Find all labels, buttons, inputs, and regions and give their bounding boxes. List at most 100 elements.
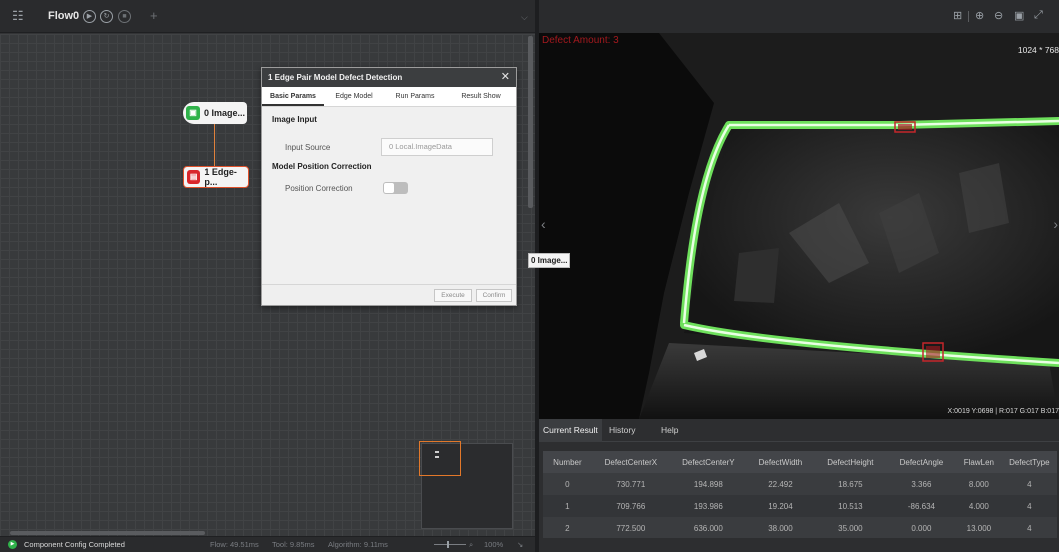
dialog-title-bar[interactable]: 1 Edge Pair Model Defect Detection ✕ [262,68,516,87]
app-window: ☷ Flow0 ▶ ↻ ■ + ⌵ ▣ 0 Image... ▤ 1 Edge-… [0,0,1059,552]
table-cell: 4 [1001,473,1057,495]
table-cell: 194.898 [669,473,747,495]
run-once-icon[interactable]: ▶ [83,10,96,23]
column-header[interactable]: DefectWidth [746,451,815,473]
prev-image-icon[interactable]: ‹ [541,216,546,232]
status-message: Component Config Completed [24,540,125,549]
play-status-icon: ▶ [8,540,17,549]
zoom-slider-track[interactable] [434,544,466,545]
zoom-slider-handle[interactable] [447,541,449,548]
zoom-level: 100% [484,540,504,549]
edge-pair-dialog: 1 Edge Pair Model Defect Detection ✕ Bas… [261,67,517,306]
table-cell: 709.766 [591,495,670,517]
flow-tree-icon[interactable]: ☷ [12,8,24,24]
zoom-icon[interactable]: ⌕ [469,540,473,550]
next-image-icon[interactable]: › [1053,216,1058,232]
table-cell: 730.771 [591,473,670,495]
flow-node-image[interactable]: ▣ 0 Image... [183,102,247,124]
table-cell: 193.986 [669,495,747,517]
table-cell: 13.000 [956,517,1002,539]
column-header[interactable]: DefectType [1001,451,1057,473]
grid-view-icon[interactable]: ⊞ [953,9,962,22]
stop-icon[interactable]: ■ [118,10,131,23]
minimap-viewport[interactable] [419,441,461,476]
floating-node-label: 0 Image... [528,253,571,268]
table-cell: 8.000 [956,473,1002,495]
tool-time: Tool: 9.85ms [272,540,315,549]
image-pane: ⊞ ⊕ ⊖ ▣ ⤢ Defect Amount: 3 1024 * 768 X:… [539,0,1059,552]
table-cell: 4 [1001,495,1057,517]
dialog-footer: Execute Confirm [262,284,516,305]
close-icon[interactable]: ✕ [501,68,510,87]
tab-edge-model[interactable]: Edge Model [324,87,384,106]
table-cell: 1 [543,495,592,517]
table-cell: 636.000 [669,517,747,539]
table-row[interactable]: 2 772.500 636.000 38.000 35.000 0.000 13… [543,517,1057,539]
flow-tab-label[interactable]: Flow0 [48,10,79,22]
add-flow-icon[interactable]: + [150,8,158,23]
flow-time: Flow: 49.51ms [210,540,259,549]
section-model-position: Model Position Correction [272,162,372,171]
image-resolution: 1024 * 768 [1017,45,1059,55]
table-row[interactable]: 1 709.766 193.986 19.204 10.513 -86.634 … [543,495,1057,517]
fit-image-icon[interactable]: ▣ [1014,9,1024,22]
tab-current-result[interactable]: Current Result [539,419,602,442]
chevron-down-icon[interactable]: ⌵ [521,12,528,23]
flow-node-label: 0 Image... [204,108,246,118]
table-header-row: Number DefectCenterX DefectCenterY Defec… [543,451,1057,473]
defect-amount: Defect Amount: 3 [542,35,619,46]
table-cell: 4 [1001,517,1057,539]
column-header[interactable]: DefectAngle [886,451,957,473]
node-connector [214,124,215,166]
flow-node-edge-pair[interactable]: ▤ 1 Edge-p... [183,166,249,188]
dialog-title: 1 Edge Pair Model Defect Detection [268,73,403,82]
execute-button[interactable]: Execute [434,289,472,302]
minimap-node-marker [435,451,439,458]
results-footer [539,538,1059,552]
toolbar-divider [968,11,969,22]
table-cell: 10.513 [814,495,887,517]
dialog-body: Image Input Input Source 0 Local.ImageDa… [262,107,516,285]
column-header[interactable]: DefectCenterY [669,451,747,473]
table-cell: 19.204 [746,495,815,517]
dialog-tabs: Basic Params Edge Model Run Params Resul… [262,87,516,107]
column-header[interactable]: DefectCenterX [591,451,670,473]
tab-run-params[interactable]: Run Params [384,87,446,106]
section-image-input: Image Input [272,115,317,124]
position-correction-toggle[interactable] [383,182,408,194]
zoom-in-icon[interactable]: ⊕ [975,9,984,22]
column-header[interactable]: FlawLen [956,451,1002,473]
position-correction-label: Position Correction [285,184,353,193]
canvas-vertical-scrollbar[interactable] [528,36,533,208]
run-loop-icon[interactable]: ↻ [100,10,113,23]
table-row[interactable]: 0 730.771 194.898 22.492 18.675 3.366 8.… [543,473,1057,495]
tab-help[interactable]: Help [657,419,682,442]
fullscreen-icon[interactable]: ⤢ [1034,9,1043,22]
image-viewer[interactable]: Defect Amount: 3 1024 * 768 X:0019 Y:069… [539,33,1059,419]
tab-history[interactable]: History [605,419,639,442]
table-cell: 18.675 [814,473,887,495]
flow-node-label: 1 Edge-p... [204,167,237,187]
status-bar: ▶ Component Config Completed Flow: 49.51… [0,536,537,552]
edge-pair-icon: ▤ [187,170,201,184]
column-header[interactable]: DefectHeight [814,451,887,473]
result-tabs: Current Result History Help [539,419,1059,442]
tab-result-show[interactable]: Result Show [446,87,516,106]
table-cell: 38.000 [746,517,815,539]
table-cell: 772.500 [591,517,670,539]
inspection-image [539,33,1059,419]
input-source-select[interactable]: 0 Local.ImageData [381,138,493,156]
table-cell: 2 [543,517,592,539]
tab-basic-params[interactable]: Basic Params [262,87,324,106]
fit-view-icon[interactable]: ↘ [517,540,523,549]
algorithm-time: Algorithm: 9.11ms [328,540,388,549]
table-cell: -86.634 [886,495,957,517]
table-cell: 4.000 [956,495,1002,517]
input-source-label: Input Source [285,143,331,152]
flow-pane: ☷ Flow0 ▶ ↻ ■ + ⌵ ▣ 0 Image... ▤ 1 Edge-… [0,0,537,552]
canvas-horizontal-scrollbar[interactable] [10,531,205,535]
column-header[interactable]: Number [543,451,592,473]
zoom-out-icon[interactable]: ⊖ [994,9,1003,22]
confirm-button[interactable]: Confirm [476,289,512,302]
table-cell: 0.000 [886,517,957,539]
